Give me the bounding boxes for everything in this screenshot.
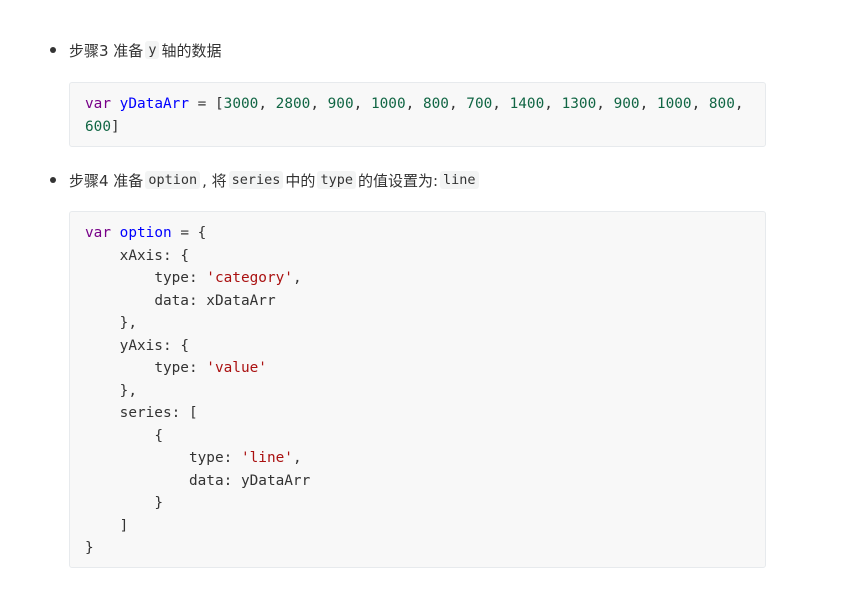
string-value: 'value' xyxy=(206,360,267,376)
bracket-open: [ xyxy=(188,405,198,421)
step3-list-item: 步骤3 准备 y 轴的数据 xyxy=(50,38,221,62)
key-series: series xyxy=(119,405,172,421)
code-line: xAxis: { xyxy=(119,247,189,264)
code-line: { xyxy=(85,425,750,448)
inline-code-line: line xyxy=(440,171,479,189)
code-line: } xyxy=(85,537,750,560)
code-line: } xyxy=(85,492,750,515)
array-value: 800 xyxy=(708,96,735,112)
bullet-dot xyxy=(50,177,56,183)
inline-code-series: series xyxy=(228,171,284,189)
array-value: 900 xyxy=(613,96,640,112)
operator: = xyxy=(197,96,207,112)
code-block-ydata: var yDataArr = [3000, 2800, 900, 1000, 8… xyxy=(69,82,766,147)
variable-name: option xyxy=(119,225,172,241)
keyword-var: var xyxy=(85,96,111,112)
array-value: 1300 xyxy=(561,96,597,112)
bracket-close: ] xyxy=(111,118,120,135)
step3-text-before: 步骤3 准备 xyxy=(69,41,144,60)
inline-code-option: option xyxy=(145,171,201,189)
code-line: type: 'value' xyxy=(154,360,267,376)
array-value: 800 xyxy=(422,96,449,112)
array-values-line1: 3000, 2800, 900, 1000, 800, 700, 1400, 1… xyxy=(223,96,753,112)
operator: = xyxy=(180,225,189,241)
code-block-option: var option = { xAxis: { type: 'category'… xyxy=(69,211,766,568)
brace-open: { xyxy=(180,337,189,354)
variable-name: yDataArr xyxy=(119,96,189,112)
array-value: 900 xyxy=(327,96,354,112)
brace-close: } xyxy=(85,540,94,556)
array-value: 2800 xyxy=(275,96,311,112)
value-ydataarr: yDataArr xyxy=(240,472,311,489)
brace-open: { xyxy=(154,427,163,444)
code-line: var yDataArr = [3000, 2800, 900, 1000, 8… xyxy=(85,93,750,116)
value-xdataarr: xDataArr xyxy=(206,292,276,309)
code-line: var option = { xyxy=(85,222,750,245)
brace-open: { xyxy=(197,225,207,241)
array-value: 1000 xyxy=(370,96,406,112)
bullet-dot xyxy=(50,47,56,53)
key-data: data xyxy=(154,292,189,309)
code-line: }, xyxy=(119,315,137,331)
array-value: 3000 xyxy=(223,96,259,112)
bracket-open: [ xyxy=(215,96,224,112)
step4-text-mid2: 中的 xyxy=(285,171,316,190)
string-category: 'category' xyxy=(206,270,293,286)
inline-code-type: type xyxy=(317,171,356,189)
string-line: 'line' xyxy=(240,450,293,466)
array-value: 600 xyxy=(85,118,111,135)
code-line: type: 'category', xyxy=(154,270,302,286)
key-xaxis: xAxis xyxy=(119,247,163,264)
bracket-close: ] xyxy=(119,517,129,534)
key-type: type xyxy=(154,270,189,286)
step4-text-mid1: , 将 xyxy=(202,171,227,190)
code-line: ] xyxy=(85,515,750,538)
brace-close: } xyxy=(154,495,163,511)
array-value: 700 xyxy=(466,96,493,112)
step4-text-mid3: 的值设置为: xyxy=(357,171,439,190)
code-line: data: yDataArr xyxy=(188,472,311,489)
code-line: yAxis: { xyxy=(119,337,189,354)
code-line: data: xDataArr xyxy=(154,292,276,309)
code-line: type: 'line', xyxy=(188,450,302,466)
brace-open: { xyxy=(180,247,189,264)
key-type: type xyxy=(188,450,224,466)
array-value: 1400 xyxy=(509,96,545,112)
key-yaxis: yAxis xyxy=(119,337,163,354)
step4-text-before: 步骤4 准备 xyxy=(69,171,144,190)
code-line: }, xyxy=(119,382,137,399)
key-type: type xyxy=(154,360,189,376)
code-line: series: [ xyxy=(119,405,198,421)
array-value: 1000 xyxy=(656,96,692,112)
code-line: 600] xyxy=(85,116,750,139)
key-data: data xyxy=(188,472,224,489)
keyword-var: var xyxy=(85,225,111,241)
inline-code-y: y xyxy=(145,41,160,59)
step4-list-item: 步骤4 准备 option , 将 series 中的 type 的值设置为: … xyxy=(50,168,481,192)
step3-text-after: 轴的数据 xyxy=(161,41,222,60)
